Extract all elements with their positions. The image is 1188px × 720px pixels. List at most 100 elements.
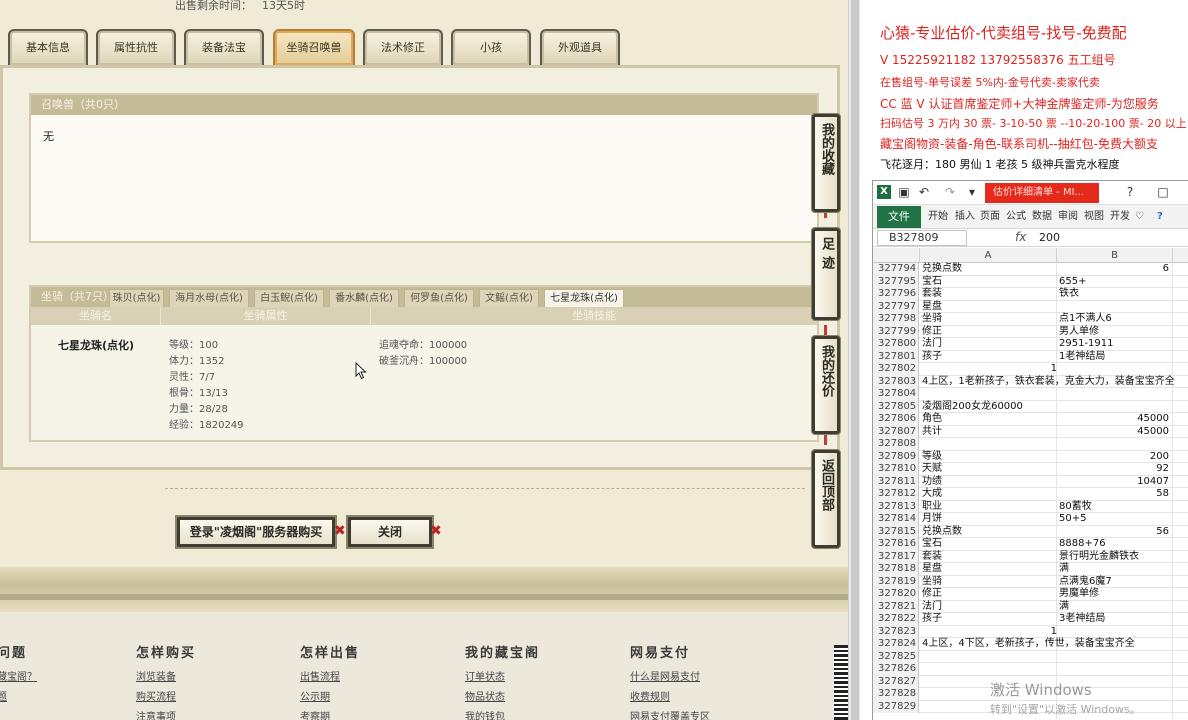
- table-row[interactable]: 327797 星盘: [873, 300, 1188, 313]
- row-number[interactable]: 327816: [873, 538, 919, 551]
- table-row[interactable]: 327796 套装 铁衣: [873, 288, 1188, 301]
- row-number[interactable]: 327802: [873, 363, 919, 376]
- cell-a[interactable]: 4上区，4下区，老新孩子，传世，装备宝宝齐全: [922, 638, 1135, 650]
- table-row[interactable]: 327812 大成 58: [873, 488, 1188, 501]
- row-number[interactable]: 327803: [873, 375, 919, 388]
- mount-tab[interactable]: 珠贝(点化): [109, 289, 164, 307]
- cell-a[interactable]: 法门: [922, 338, 1057, 350]
- table-row[interactable]: 327813 职业 80蓄牧: [873, 500, 1188, 513]
- ribbon-tab[interactable]: 视图: [1084, 205, 1104, 229]
- table-row[interactable]: 327814 月饼 50+5: [873, 513, 1188, 526]
- buy-on-server-button[interactable]: 登录"凌烟阁"服务器购买: [177, 517, 335, 547]
- cell-a[interactable]: 兑换点数: [922, 526, 1057, 538]
- undo-icon[interactable]: ↶: [917, 185, 931, 199]
- row-number[interactable]: 327815: [873, 525, 919, 538]
- column-header-b[interactable]: B: [1057, 248, 1173, 263]
- row-number[interactable]: 327799: [873, 325, 919, 338]
- cell-a[interactable]: 坐骑: [922, 576, 1057, 588]
- cell-a[interactable]: 法门: [922, 601, 1057, 613]
- cell-b[interactable]: 655+: [1059, 276, 1169, 288]
- cell-b[interactable]: 56: [1059, 526, 1169, 538]
- cell-a[interactable]: 宝石: [922, 276, 1057, 288]
- row-number[interactable]: 327818: [873, 563, 919, 576]
- cell-a[interactable]: 天赋: [922, 463, 1057, 475]
- cell-b[interactable]: 男魔单修: [1059, 588, 1169, 600]
- footer-link[interactable]: 什么是网易支付: [630, 670, 710, 690]
- footer-link[interactable]: 公示期: [300, 690, 360, 710]
- cell-b[interactable]: 80蓄牧: [1059, 501, 1169, 513]
- tab-appearance[interactable]: 外观道具: [540, 29, 620, 65]
- row-number[interactable]: 327808: [873, 438, 919, 451]
- table-row[interactable]: 327808: [873, 438, 1188, 451]
- cell-a[interactable]: 宝石: [922, 538, 1057, 550]
- cell-b[interactable]: 50+5: [1059, 513, 1169, 525]
- table-row[interactable]: 327815 兑换点数 56: [873, 525, 1188, 538]
- row-number[interactable]: 327813: [873, 500, 919, 513]
- row-number[interactable]: 327809: [873, 450, 919, 463]
- cell-b[interactable]: 满: [1059, 563, 1169, 575]
- cell-a[interactable]: 职业: [922, 501, 1057, 513]
- cell-b[interactable]: 3老神结局: [1059, 613, 1169, 625]
- formula-input[interactable]: 200: [1039, 231, 1060, 244]
- table-row[interactable]: 327807 共计 45000: [873, 425, 1188, 438]
- cell-a[interactable]: 孩子: [922, 351, 1057, 363]
- table-row[interactable]: 327819 坐骑 点满鬼6魔7: [873, 575, 1188, 588]
- footer-link[interactable]: 网易支付覆盖专区: [630, 710, 710, 720]
- table-row[interactable]: 327795 宝石 655+: [873, 275, 1188, 288]
- cell-b[interactable]: 200: [1059, 451, 1169, 463]
- ribbon-tab[interactable]: 公式: [1006, 205, 1026, 229]
- select-all-corner[interactable]: [873, 248, 920, 263]
- mount-tab[interactable]: 文鳐(点化): [479, 289, 539, 307]
- table-row[interactable]: 327816 宝石 8888+76: [873, 538, 1188, 551]
- row-number[interactable]: 327807: [873, 425, 919, 438]
- cell-a[interactable]: 1: [922, 363, 1057, 375]
- table-row[interactable]: 327809 等级 200: [873, 450, 1188, 463]
- ribbon-tab[interactable]: 插入: [955, 205, 975, 229]
- cell-a[interactable]: 角色: [922, 413, 1057, 425]
- cell-b[interactable]: 点1不满人6: [1059, 313, 1169, 325]
- cell-a[interactable]: 等级: [922, 451, 1057, 463]
- cell-a[interactable]: 凌烟阁200女龙60000: [922, 401, 1057, 413]
- table-row[interactable]: 327817 套装 景行明光金麟铁衣: [873, 550, 1188, 563]
- row-number[interactable]: 327817: [873, 550, 919, 563]
- cell-a[interactable]: 星盘: [922, 301, 1057, 313]
- footer-link[interactable]: 浏览装备: [136, 670, 196, 690]
- row-number[interactable]: 327819: [873, 575, 919, 588]
- cell-b[interactable]: 10407: [1059, 476, 1169, 488]
- table-row[interactable]: 327810 天赋 92: [873, 463, 1188, 476]
- cell-a[interactable]: 修正: [922, 588, 1057, 600]
- save-icon[interactable]: ▣: [897, 185, 911, 199]
- row-number[interactable]: 327814: [873, 513, 919, 526]
- mount-tab[interactable]: 何罗鱼(点化): [404, 289, 474, 307]
- footer-link[interactable]: 物品状态: [465, 690, 540, 710]
- ribbon-tab[interactable]: 开始: [928, 205, 948, 229]
- row-number[interactable]: 327829: [873, 700, 919, 713]
- page-scrollbar[interactable]: [848, 0, 860, 720]
- table-row[interactable]: 327826: [873, 663, 1188, 676]
- cell-a[interactable]: 月饼: [922, 513, 1057, 525]
- table-row[interactable]: 327801 孩子 1老神结局: [873, 350, 1188, 363]
- footer-link[interactable]: 购买流程: [136, 690, 196, 710]
- table-row[interactable]: 327802 1: [873, 363, 1188, 376]
- my-favorites-button[interactable]: 我的收藏: [812, 114, 840, 212]
- table-row[interactable]: 327821 法门满: [873, 600, 1188, 613]
- row-number[interactable]: 327828: [873, 688, 919, 701]
- fx-icon[interactable]: fx: [1015, 230, 1026, 244]
- row-number[interactable]: 327806: [873, 413, 919, 426]
- row-number[interactable]: 327823: [873, 625, 919, 638]
- table-row[interactable]: 327803 4上区，1老新孩子，铁衣套装，克金大力，装备宝宝齐全: [873, 375, 1188, 388]
- cell-b[interactable]: 6: [1059, 263, 1169, 275]
- row-number[interactable]: 327822: [873, 613, 919, 626]
- footer-link[interactable]: 考察期: [300, 710, 360, 720]
- footer-link[interactable]: 注意事项: [136, 710, 196, 720]
- table-row[interactable]: 327805 凌烟阁200女龙60000: [873, 400, 1188, 413]
- table-row[interactable]: 327823 1: [873, 625, 1188, 638]
- cell-b[interactable]: 点满鬼6魔7: [1059, 576, 1169, 588]
- row-number[interactable]: 327804: [873, 388, 919, 401]
- table-row[interactable]: 327820 修正 男魔单修: [873, 588, 1188, 601]
- tab-equipment[interactable]: 装备法宝: [184, 29, 264, 65]
- ribbon-tab[interactable]: 页面: [980, 205, 1000, 229]
- my-offers-button[interactable]: 我的还价: [812, 336, 840, 434]
- cell-b[interactable]: 45000: [1059, 426, 1169, 438]
- table-row[interactable]: 327798 坐骑 点1不满人6: [873, 313, 1188, 326]
